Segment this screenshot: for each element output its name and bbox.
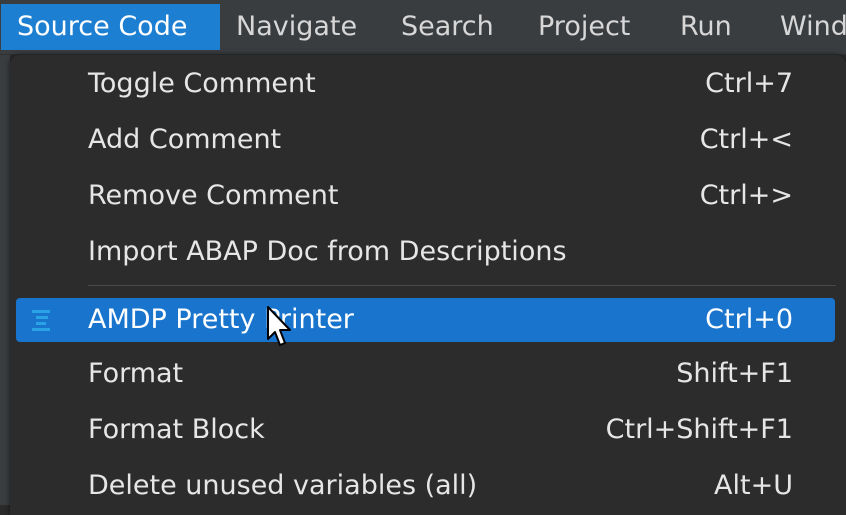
menu-item-label: Remove Comment (88, 180, 339, 211)
menu-search[interactable]: Search (385, 4, 510, 50)
source-code-dropdown: Toggle Comment Ctrl+7 Add Comment Ctrl+<… (10, 55, 846, 515)
menu-item-label: AMDP Pretty Printer (88, 304, 354, 335)
menu-item-add-comment[interactable]: Add Comment Ctrl+< (16, 118, 835, 162)
menu-separator (88, 285, 836, 286)
menu-item-label: Toggle Comment (88, 68, 316, 99)
menu-project[interactable]: Project (522, 4, 646, 50)
menu-item-shortcut: Ctrl+> (699, 180, 793, 211)
menu-item-label: Format Block (88, 414, 265, 445)
menu-item-remove-comment[interactable]: Remove Comment Ctrl+> (16, 174, 835, 218)
menu-item-shortcut: Shift+F1 (676, 358, 793, 389)
menu-item-format-block[interactable]: Format Block Ctrl+Shift+F1 (16, 408, 835, 452)
menu-item-label: Delete unused variables (all) (88, 470, 478, 501)
menu-item-import-abap-doc[interactable]: Import ABAP Doc from Descriptions (16, 230, 835, 274)
editor-edge (0, 55, 10, 505)
pretty-printer-icon (30, 308, 54, 332)
menu-item-toggle-comment[interactable]: Toggle Comment Ctrl+7 (16, 62, 835, 106)
menu-item-label: Add Comment (88, 124, 282, 155)
menu-item-format[interactable]: Format Shift+F1 (16, 352, 835, 396)
menu-bar: Source Code Navigate Search Project Run … (0, 0, 846, 55)
menu-source-code[interactable]: Source Code (1, 4, 220, 50)
menu-run[interactable]: Run (664, 4, 748, 50)
menu-item-delete-unused-variables[interactable]: Delete unused variables (all) Alt+U (16, 464, 835, 508)
menu-navigate[interactable]: Navigate (220, 4, 373, 50)
menu-item-shortcut: Ctrl+0 (705, 304, 793, 335)
menu-item-shortcut: Ctrl+Shift+F1 (605, 414, 793, 445)
menu-item-shortcut: Ctrl+7 (705, 68, 793, 99)
menu-item-label: Format (88, 358, 184, 389)
menu-item-shortcut: Alt+U (714, 470, 793, 501)
menu-item-amdp-pretty-printer[interactable]: AMDP Pretty Printer Ctrl+0 (16, 298, 835, 342)
menu-window[interactable]: Wind (764, 4, 846, 50)
menu-item-label: Import ABAP Doc from Descriptions (88, 236, 567, 267)
menu-item-shortcut: Ctrl+< (699, 124, 793, 155)
